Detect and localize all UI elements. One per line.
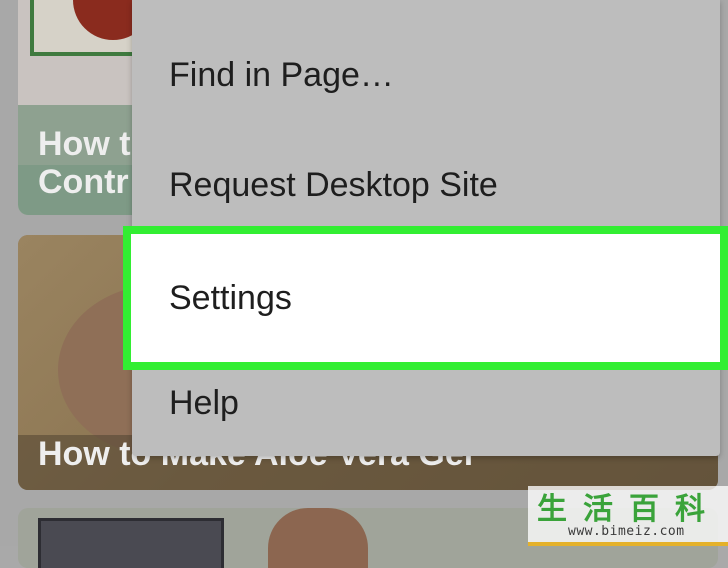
watermark: 生 活 百 科 www.bimeiz.com — [528, 486, 728, 546]
menu-item-settings[interactable]: Settings — [123, 226, 728, 370]
watermark-url: www.bimeiz.com — [568, 524, 685, 539]
laptop-illustration — [38, 518, 224, 568]
watermark-char: 活 — [583, 492, 613, 527]
watermark-logo: 生 活 百 科 — [534, 488, 708, 527]
watermark-stripe — [528, 542, 728, 546]
person-illustration — [268, 508, 368, 568]
menu-item-request-desktop-site[interactable]: Request Desktop Site — [132, 130, 720, 240]
menu-item-label: Find in Page… — [169, 55, 394, 94]
article-title-line2: Contr — [38, 163, 129, 201]
menu-item-label: Request Desktop Site — [169, 165, 498, 204]
watermark-char: 百 — [629, 492, 659, 527]
watermark-char: 科 — [675, 492, 705, 527]
watermark-char: 生 — [537, 492, 567, 527]
menu-item-label: Settings — [169, 278, 292, 317]
menu-item-find-in-page[interactable]: Find in Page… — [132, 20, 720, 130]
menu-item-label: Help — [169, 383, 239, 422]
article-title-line1: How t — [38, 125, 131, 163]
